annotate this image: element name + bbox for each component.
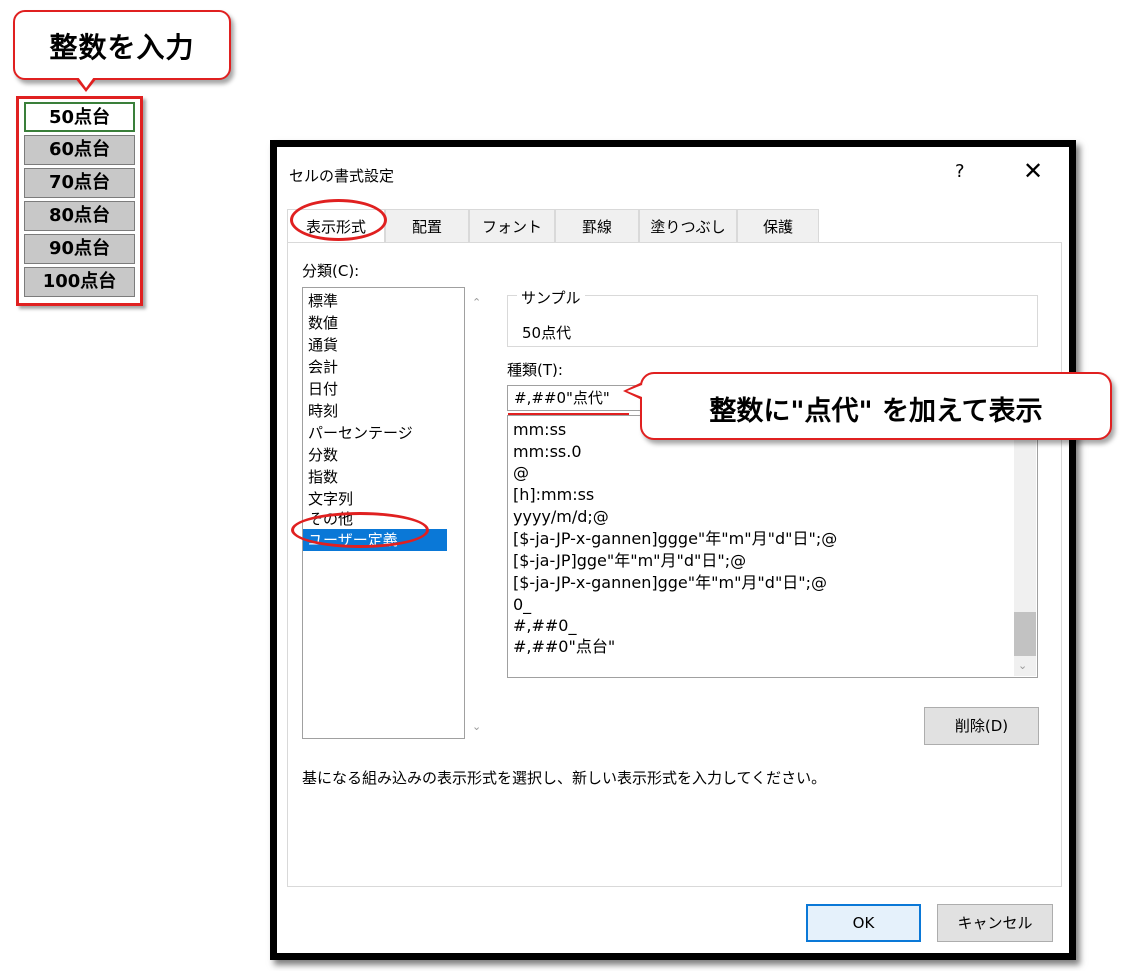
callout-main: 整数に"点代" を加えて表示 (640, 372, 1112, 440)
cell-4[interactable]: 90点台 (24, 234, 135, 264)
hint-text: 基になる組み込みの表示形式を選択し、新しい表示形式を入力してください。 (302, 769, 827, 787)
tab-protection[interactable]: 保護 (737, 209, 819, 243)
excel-cell-range: 50点台 60点台 70点台 80点台 90点台 100点台 (16, 96, 143, 306)
callout-input-integer-text: 整数を入力 (49, 31, 195, 64)
category-item[interactable]: 数値 (308, 312, 338, 334)
type-list[interactable]: mm:ss mm:ss.0 @ [h]:mm:ss yyyy/m/d;@ [$-… (507, 415, 1038, 678)
tab-fill[interactable]: 塗りつぶし (639, 209, 737, 243)
type-label: 種類(T): (507, 361, 563, 379)
callout-tail-inner (78, 77, 94, 88)
category-item[interactable]: 通貨 (308, 334, 338, 356)
dialog-title: セルの書式設定 (289, 167, 395, 185)
dialog-body: セルの書式設定 ? ✕ 表示形式 配置 フォント 罫線 塗りつぶし 保護 分類(… (277, 147, 1069, 953)
type-list-item[interactable]: yyyy/m/d;@ (513, 507, 609, 527)
cell-5[interactable]: 100点台 (24, 267, 135, 297)
chevron-down-icon[interactable]: ⌄ (1018, 659, 1027, 672)
cell-2[interactable]: 70点台 (24, 168, 135, 198)
callout-main-text: 整数に"点代" を加えて表示 (709, 396, 1043, 427)
type-list-item[interactable]: [$-ja-JP-x-gannen]ggge"年"m"月"d"日";@ (513, 529, 837, 549)
cancel-button[interactable]: キャンセル (937, 904, 1053, 942)
type-list-item[interactable]: #,##0_ (513, 616, 576, 636)
sample-label: サンプル (517, 287, 585, 308)
scrollbar-thumb[interactable] (1014, 612, 1036, 656)
category-label: 分類(C): (302, 262, 360, 280)
type-list-item[interactable]: [$-ja-JP]gge"年"m"月"d"日";@ (513, 551, 746, 571)
chevron-down-icon[interactable]: ⌄ (472, 720, 481, 733)
tab-font[interactable]: フォント (469, 209, 555, 243)
category-item[interactable]: 指数 (308, 466, 338, 488)
category-item[interactable]: 文字列 (308, 488, 353, 510)
sample-group (507, 295, 1038, 347)
tab-bar: 表示形式 配置 フォント 罫線 塗りつぶし 保護 (287, 209, 1069, 244)
close-icon[interactable]: ✕ (1023, 157, 1043, 185)
cell-1[interactable]: 60点台 (24, 135, 135, 165)
callout-input-integer: 整数を入力 (13, 10, 231, 80)
delete-button[interactable]: 削除(D) (924, 707, 1039, 745)
tab-alignment[interactable]: 配置 (385, 209, 469, 243)
chevron-up-icon[interactable]: ⌃ (472, 296, 481, 309)
type-list-item[interactable]: @ (513, 463, 529, 483)
help-icon[interactable]: ? (955, 161, 965, 182)
type-list-item[interactable]: mm:ss (513, 420, 566, 440)
type-list-item[interactable]: 0_ (513, 595, 531, 615)
cell-3[interactable]: 80点台 (24, 201, 135, 231)
category-item[interactable]: パーセンテージ (308, 422, 413, 444)
category-item[interactable]: 分数 (308, 444, 338, 466)
type-list-item[interactable]: [h]:mm:ss (513, 485, 594, 505)
ok-button[interactable]: OK (806, 904, 921, 942)
sample-value: 50点代 (522, 324, 572, 342)
cell-0[interactable]: 50点台 (24, 102, 135, 132)
category-item[interactable]: 日付 (308, 378, 338, 400)
type-list-item[interactable]: #,##0"点台" (513, 637, 615, 657)
category-item[interactable]: 会計 (308, 356, 338, 378)
category-item[interactable]: 標準 (308, 290, 338, 312)
category-item[interactable]: 時刻 (308, 400, 338, 422)
highlight-category-ellipse (291, 512, 429, 548)
highlight-tab-ellipse (290, 199, 387, 241)
tab-border[interactable]: 罫線 (555, 209, 639, 243)
type-list-item[interactable]: [$-ja-JP-x-gannen]gge"年"m"月"d"日";@ (513, 573, 827, 593)
callout-main-tail-inner (627, 385, 642, 397)
type-list-item[interactable]: mm:ss.0 (513, 442, 582, 462)
format-cells-dialog: セルの書式設定 ? ✕ 表示形式 配置 フォント 罫線 塗りつぶし 保護 分類(… (270, 140, 1076, 960)
